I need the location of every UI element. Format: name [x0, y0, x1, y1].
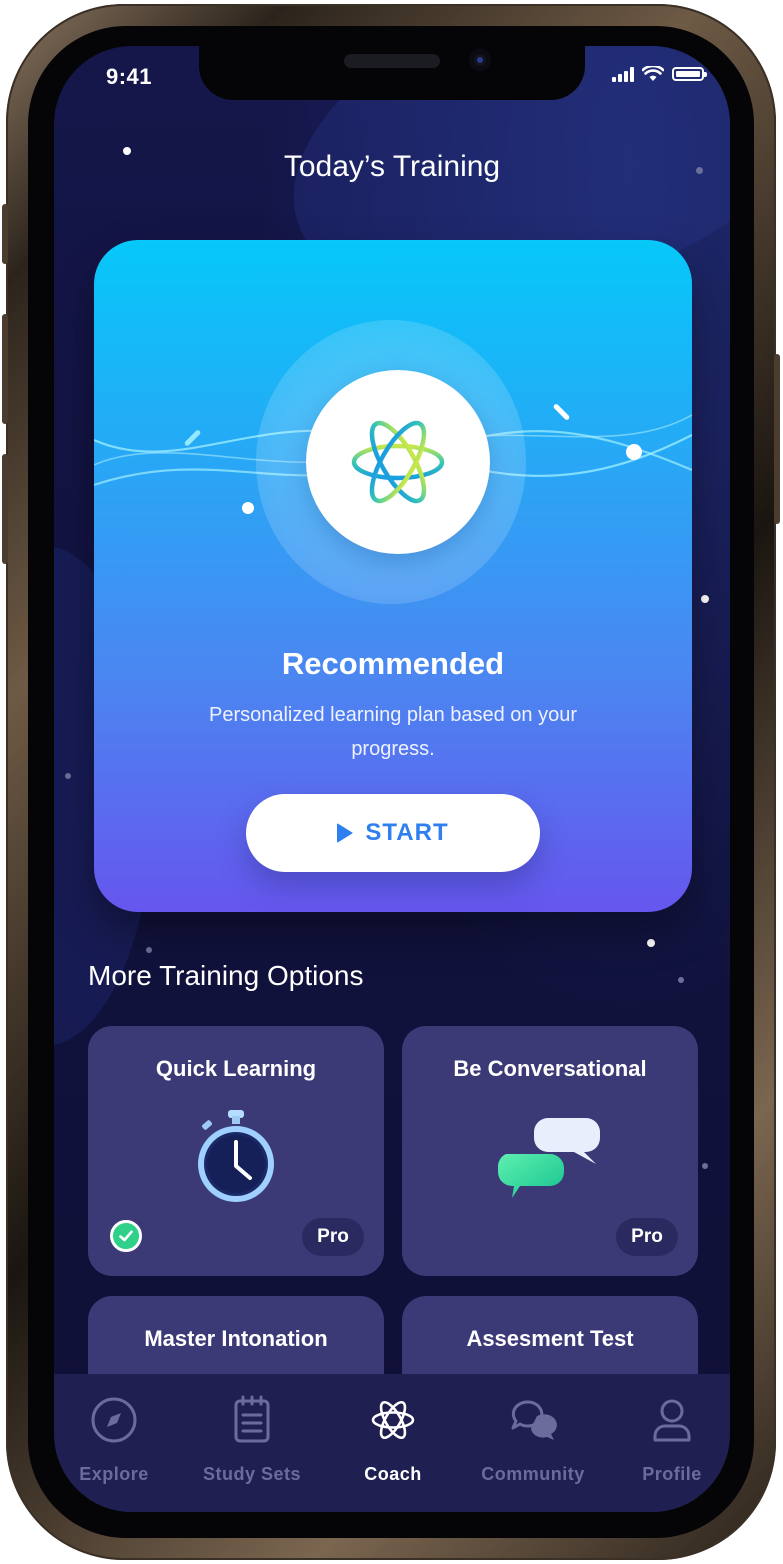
wifi-icon: [642, 66, 664, 81]
status-time: 9:41: [106, 64, 153, 89]
star-dot: [696, 167, 703, 174]
compass-icon: [91, 1397, 137, 1443]
speaker-grille: [344, 54, 440, 68]
tab-bar: Explore Study Sets Coach Community Profi…: [54, 1374, 730, 1512]
quick-learning-card[interactable]: Quick Learning Pro: [88, 1026, 384, 1276]
tab-label: Study Sets: [202, 1464, 302, 1484]
completed-check-icon: [110, 1220, 142, 1252]
tab-coach[interactable]: Coach: [328, 1394, 458, 1485]
person-icon: [653, 1399, 691, 1442]
volume-down-button: [2, 454, 8, 564]
star-dot: [123, 147, 131, 155]
notch: [199, 46, 585, 100]
chat-bubbles-icon: [511, 1400, 557, 1440]
card-title: Quick Learning: [155, 1056, 317, 1081]
pro-badge: Pro: [302, 1218, 364, 1256]
star-dot: [701, 595, 709, 603]
volume-up-button: [2, 314, 8, 424]
tab-community[interactable]: Community: [468, 1394, 598, 1485]
star-dot: [146, 947, 152, 953]
speech-bubbles-icon: [498, 1118, 600, 1198]
recommended-subtitle: Personalized learning plan based on your…: [208, 704, 578, 760]
tab-label: Profile: [642, 1464, 702, 1484]
power-button: [774, 354, 780, 524]
start-button[interactable]: START: [246, 794, 540, 872]
screen: 9:41 Today’s Training Recommended Person…: [54, 46, 730, 1512]
card-title: Master Intonation: [144, 1326, 328, 1351]
pro-badge: Pro: [616, 1218, 678, 1256]
status-icons: [610, 66, 707, 82]
start-label: START: [365, 819, 449, 846]
star-dot: [65, 773, 71, 779]
page-title: Today’s Training: [283, 150, 501, 183]
recommended-title: Recommended: [281, 646, 505, 681]
notepad-icon: [234, 1395, 270, 1443]
recommended-card[interactable]: Recommended Personalized learning plan b…: [94, 240, 692, 912]
tab-study-sets[interactable]: Study Sets: [187, 1394, 317, 1485]
front-camera: [469, 49, 491, 71]
star-dot: [647, 939, 655, 947]
tab-label: Community: [481, 1464, 585, 1484]
tab-label: Explore: [79, 1464, 149, 1484]
logo-circle: [306, 370, 490, 554]
mute-switch: [2, 204, 8, 264]
be-conversational-card[interactable]: Be Conversational Pro: [402, 1026, 698, 1276]
section-title: More Training Options: [88, 960, 364, 991]
coach-atom-icon: [371, 1400, 415, 1440]
tab-explore[interactable]: Explore: [54, 1394, 179, 1485]
coach-atom-icon: [351, 420, 445, 504]
sparkle: [242, 502, 254, 514]
tab-label: Coach: [364, 1464, 422, 1484]
tab-profile[interactable]: Profile: [607, 1394, 730, 1485]
play-icon: [337, 823, 354, 843]
card-title: Assesment Test: [466, 1326, 634, 1351]
star-dot: [702, 1163, 708, 1169]
signal-icon: [610, 66, 634, 82]
sparkle: [626, 444, 642, 460]
battery-icon: [672, 67, 707, 81]
card-title: Be Conversational: [453, 1056, 647, 1081]
stopwatch-icon: [198, 1110, 274, 1202]
star-dot: [678, 977, 684, 983]
